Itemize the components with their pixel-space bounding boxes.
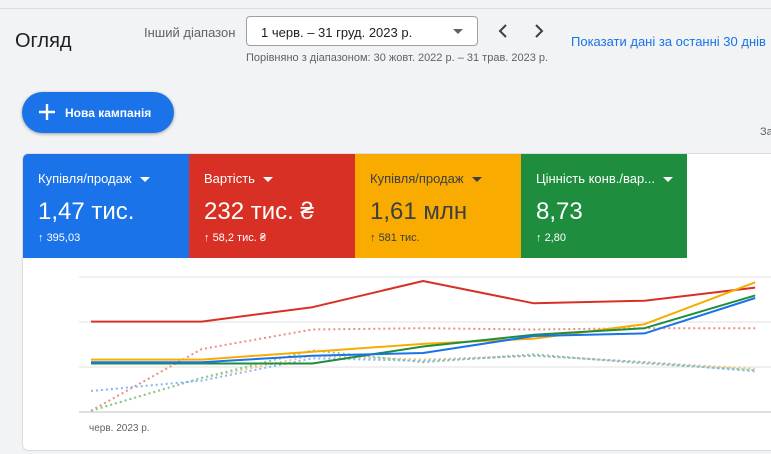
date-range-select[interactable]: 1 черв. – 31 груд. 2023 р. <box>246 16 478 46</box>
chart-series-line <box>90 354 756 392</box>
plus-icon <box>39 104 55 120</box>
metric-value: 1,47 тис. <box>38 198 135 225</box>
new-campaign-label: Нова кампанія <box>65 106 152 120</box>
page-title: Огляд <box>15 30 72 52</box>
next-range-button[interactable] <box>527 19 551 43</box>
previous-range-button[interactable] <box>491 19 515 43</box>
metric-delta: 581 тис. <box>378 232 420 244</box>
metric-label: Цінність конв./вар... <box>536 171 656 186</box>
x-tick-label: черв. 2023 р. <box>89 423 150 434</box>
metric-label: Вартість <box>204 171 255 186</box>
side-text: За <box>760 126 771 138</box>
metric-delta: 395,03 <box>46 232 81 244</box>
caret-down-icon <box>262 177 273 183</box>
metric-tile-conversions[interactable]: Купівля/продаж 1,47 тис. ↑ 395,03 <box>23 154 189 258</box>
chart-series-line <box>91 297 756 364</box>
arrow-up-icon: ↑ <box>204 232 210 244</box>
chart-series-line <box>91 280 756 323</box>
overview-chart-card: Купівля/продаж 1,47 тис. ↑ 395,03 Вартіс… <box>22 153 771 451</box>
chevron-left-icon <box>498 24 507 38</box>
chevron-right-icon <box>535 24 544 38</box>
metric-label: Купівля/продаж <box>38 171 132 186</box>
date-range-value: 1 черв. – 31 груд. 2023 р. <box>261 25 413 40</box>
chart-series-line <box>90 327 756 412</box>
comparison-range-text: Порівняно з діапазоном: 30 жовт. 2022 р.… <box>246 52 549 64</box>
range-label: Інший діапазон <box>144 25 236 40</box>
metric-tile-cost[interactable]: Вартість 232 тис. ₴ ↑ 58,2 тис. ₴ <box>189 154 355 258</box>
metric-tile-conversion-value[interactable]: Купівля/продаж 1,61 млн ↑ 581 тис. <box>355 154 521 258</box>
metric-delta: 2,80 <box>544 232 566 244</box>
caret-down-icon <box>471 177 482 183</box>
metric-value: 232 тис. ₴ <box>204 198 314 225</box>
arrow-up-icon: ↑ <box>536 232 542 244</box>
show-last-30-days-link[interactable]: Показати дані за останні 30 днів <box>571 34 766 49</box>
arrow-up-icon: ↑ <box>370 232 376 244</box>
top-divider <box>0 8 771 9</box>
metric-value: 8,73 <box>536 198 583 225</box>
performance-line-chart: черв. 2023 р. <box>79 276 771 434</box>
dropdown-arrow-icon <box>453 29 463 34</box>
arrow-up-icon: ↑ <box>38 232 44 244</box>
metric-delta: 58,2 тис. ₴ <box>212 232 266 244</box>
new-campaign-button[interactable]: Нова кампанія <box>22 92 174 133</box>
metric-value: 1,61 млн <box>370 198 468 225</box>
metric-tile-value-per-cost[interactable]: Цінність конв./вар... 8,73 ↑ 2,80 <box>521 154 687 258</box>
caret-down-icon <box>139 177 150 183</box>
metric-label: Купівля/продаж <box>370 171 464 186</box>
caret-down-icon <box>663 177 674 183</box>
